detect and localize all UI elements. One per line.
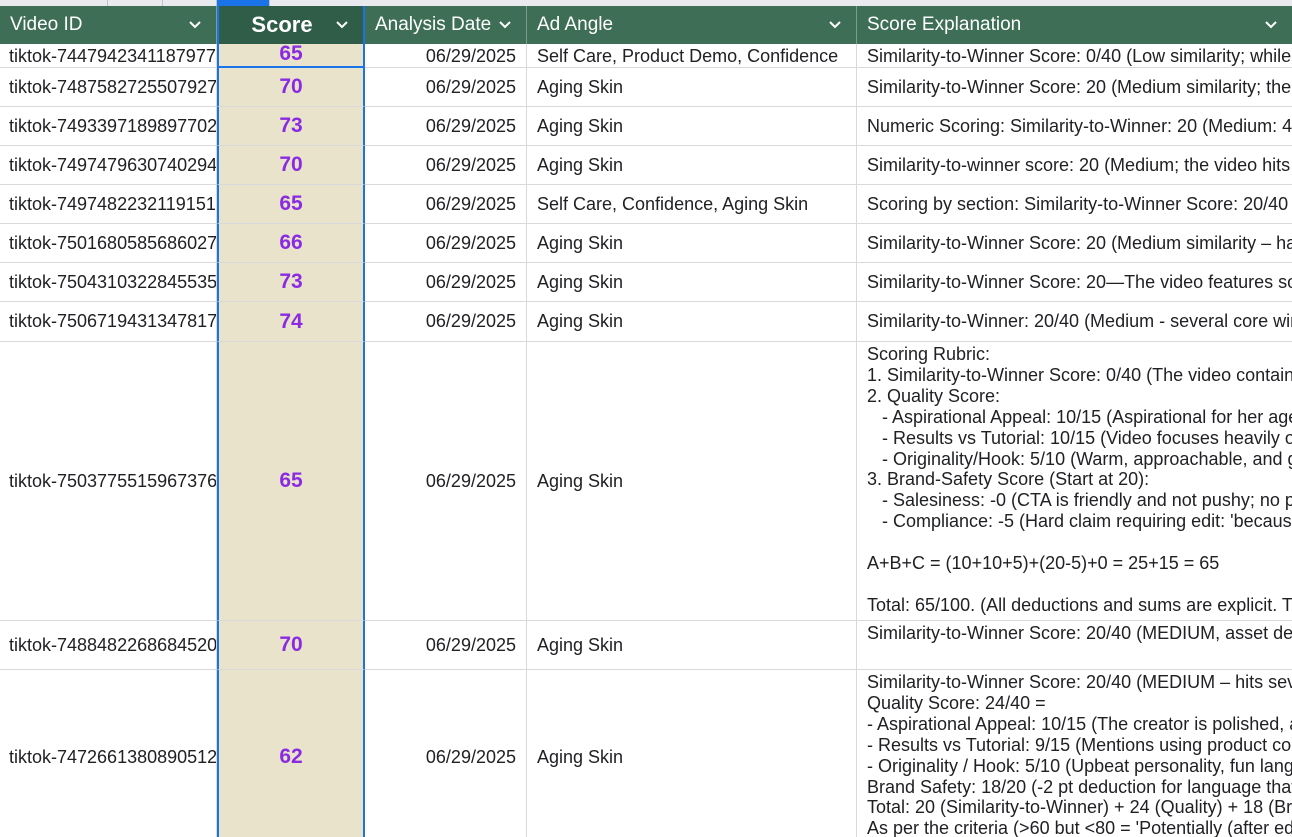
score-cell[interactable]: 66 bbox=[217, 224, 365, 263]
score-cell[interactable]: 70 bbox=[217, 621, 365, 670]
video-id-cell[interactable]: tiktok-7472661380890512 bbox=[0, 670, 217, 837]
score-cell[interactable]: 70 bbox=[217, 146, 365, 185]
ad-angle-cell[interactable]: Aging Skin bbox=[527, 263, 857, 302]
analysis-date-cell[interactable]: 06/29/2025 bbox=[365, 107, 527, 146]
score-explanation-cell[interactable]: Scoring Rubric: 1. Similarity-to-Winner … bbox=[857, 342, 1292, 621]
header-score[interactable]: Score bbox=[217, 6, 365, 44]
table-row[interactable]: tiktok-7487582725507927 70 06/29/2025 Ag… bbox=[0, 68, 1292, 107]
table-row[interactable]: tiktok-7447942341187977 65 06/29/2025 Se… bbox=[0, 44, 1292, 68]
header-score-explanation[interactable]: Score Explanation bbox=[857, 6, 1292, 44]
table-row[interactable]: tiktok-7497482232119151 65 06/29/2025 Se… bbox=[0, 185, 1292, 224]
score-cell[interactable]: 65 bbox=[217, 185, 365, 224]
score-explanation-cell[interactable]: Similarity-to-Winner Score: 20/40 (MEDIU… bbox=[857, 670, 1292, 837]
header-ad-angle-label: Ad Angle bbox=[537, 14, 614, 35]
header-video-id[interactable]: Video ID bbox=[0, 6, 217, 44]
score-cell[interactable]: 73 bbox=[217, 263, 365, 302]
video-id-cell[interactable]: tiktok-7488482268684520 bbox=[0, 621, 217, 670]
header-score-label: Score bbox=[251, 12, 313, 37]
table-row[interactable]: tiktok-7506719431347817 74 06/29/2025 Ag… bbox=[0, 302, 1292, 342]
chevron-down-icon[interactable] bbox=[335, 18, 349, 32]
header-video-id-label: Video ID bbox=[10, 14, 83, 35]
video-id-cell[interactable]: tiktok-7487582725507927 bbox=[0, 68, 217, 107]
analysis-date-cell[interactable]: 06/29/2025 bbox=[365, 670, 527, 837]
analysis-date-cell[interactable]: 06/29/2025 bbox=[365, 342, 527, 621]
score-explanation-cell[interactable]: Similarity-to-Winner Score: 20 (Medium s… bbox=[857, 68, 1292, 107]
video-id-cell[interactable]: tiktok-7493397189897702 bbox=[0, 107, 217, 146]
header-score-explanation-label: Score Explanation bbox=[867, 14, 1022, 35]
header-row: Video ID Score Analysis Date Ad Angle Sc… bbox=[0, 6, 1292, 44]
score-explanation-cell[interactable]: Numeric Scoring: Similarity-to-Winner: 2… bbox=[857, 107, 1292, 146]
analysis-date-cell[interactable]: 06/29/2025 bbox=[365, 621, 527, 670]
analysis-date-cell[interactable]: 06/29/2025 bbox=[365, 44, 527, 68]
table-row[interactable]: tiktok-7488482268684520 70 06/29/2025 Ag… bbox=[0, 621, 1292, 670]
table-row[interactable]: tiktok-7472661380890512 62 06/29/2025 Ag… bbox=[0, 670, 1292, 837]
analysis-date-cell[interactable]: 06/29/2025 bbox=[365, 302, 527, 342]
score-cell[interactable]: 70 bbox=[217, 68, 365, 107]
chevron-down-icon[interactable] bbox=[1264, 18, 1278, 32]
ad-angle-cell[interactable]: Aging Skin bbox=[527, 302, 857, 342]
video-id-cell[interactable]: tiktok-7506719431347817 bbox=[0, 302, 217, 342]
ad-angle-cell[interactable]: Self Care, Product Demo, Confidence bbox=[527, 44, 857, 68]
score-explanation-cell[interactable]: Similarity-to-Winner Score: 20—The video… bbox=[857, 263, 1292, 302]
table-row[interactable]: tiktok-7501680585686027 66 06/29/2025 Ag… bbox=[0, 224, 1292, 263]
ad-angle-cell[interactable]: Aging Skin bbox=[527, 146, 857, 185]
score-cell[interactable]: 74 bbox=[217, 302, 365, 342]
data-rows: tiktok-7447942341187977 65 06/29/2025 Se… bbox=[0, 44, 1292, 837]
score-explanation-cell[interactable]: Similarity-to-Winner Score: 0/40 (Low si… bbox=[857, 44, 1292, 68]
header-analysis-date-label: Analysis Date bbox=[375, 14, 492, 35]
chevron-down-icon[interactable] bbox=[828, 18, 842, 32]
score-explanation-cell[interactable]: Similarity-to-Winner Score: 20/40 (MEDIU… bbox=[857, 621, 1292, 670]
analysis-date-cell[interactable]: 06/29/2025 bbox=[365, 185, 527, 224]
table-row[interactable]: tiktok-7503775515967376 65 06/29/2025 Ag… bbox=[0, 342, 1292, 621]
ad-angle-cell[interactable]: Self Care, Confidence, Aging Skin bbox=[527, 185, 857, 224]
header-ad-angle[interactable]: Ad Angle bbox=[527, 6, 857, 44]
ad-angle-cell[interactable]: Aging Skin bbox=[527, 621, 857, 670]
analysis-date-cell[interactable]: 06/29/2025 bbox=[365, 68, 527, 107]
video-id-cell[interactable]: tiktok-7503775515967376 bbox=[0, 342, 217, 621]
score-cell[interactable]: 73 bbox=[217, 107, 365, 146]
ad-angle-cell[interactable]: Aging Skin bbox=[527, 670, 857, 837]
score-explanation-cell[interactable]: Similarity-to-winner score: 20 (Medium; … bbox=[857, 146, 1292, 185]
ad-angle-cell[interactable]: Aging Skin bbox=[527, 224, 857, 263]
score-explanation-cell[interactable]: Scoring by section: Similarity-to-Winner… bbox=[857, 185, 1292, 224]
video-id-cell[interactable]: tiktok-7504310322845535 bbox=[0, 263, 217, 302]
analysis-date-cell[interactable]: 06/29/2025 bbox=[365, 146, 527, 185]
score-cell[interactable]: 62 bbox=[217, 670, 365, 837]
table-row[interactable]: tiktok-7504310322845535 73 06/29/2025 Ag… bbox=[0, 263, 1292, 302]
chevron-down-icon[interactable] bbox=[188, 18, 202, 32]
ad-angle-cell[interactable]: Aging Skin bbox=[527, 107, 857, 146]
video-id-cell[interactable]: tiktok-7497482232119151 bbox=[0, 185, 217, 224]
ad-angle-cell[interactable]: Aging Skin bbox=[527, 68, 857, 107]
video-id-cell[interactable]: tiktok-7447942341187977 bbox=[0, 44, 217, 68]
table-row[interactable]: tiktok-7493397189897702 73 06/29/2025 Ag… bbox=[0, 107, 1292, 146]
score-explanation-cell[interactable]: Similarity-to-Winner: 20/40 (Medium - se… bbox=[857, 302, 1292, 342]
analysis-date-cell[interactable]: 06/29/2025 bbox=[365, 224, 527, 263]
score-explanation-cell[interactable]: Similarity-to-Winner Score: 20 (Medium s… bbox=[857, 224, 1292, 263]
header-analysis-date[interactable]: Analysis Date bbox=[365, 6, 527, 44]
score-cell[interactable]: 65 bbox=[217, 44, 365, 68]
video-id-cell[interactable]: tiktok-7497479630740294 bbox=[0, 146, 217, 185]
table-row[interactable]: tiktok-7497479630740294 70 06/29/2025 Ag… bbox=[0, 146, 1292, 185]
video-id-cell[interactable]: tiktok-7501680585686027 bbox=[0, 224, 217, 263]
score-cell[interactable]: 65 bbox=[217, 342, 365, 621]
ad-angle-cell[interactable]: Aging Skin bbox=[527, 342, 857, 621]
analysis-date-cell[interactable]: 06/29/2025 bbox=[365, 263, 527, 302]
chevron-down-icon[interactable] bbox=[498, 18, 512, 32]
